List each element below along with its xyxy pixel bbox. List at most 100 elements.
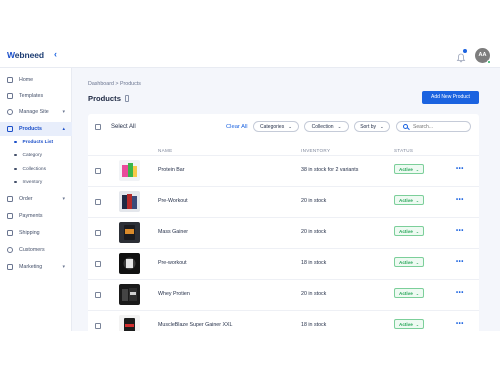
customers-icon bbox=[7, 247, 13, 253]
sidebar-item-templates[interactable]: Templates bbox=[0, 89, 72, 103]
home-icon bbox=[7, 77, 13, 83]
templates-icon bbox=[7, 93, 13, 99]
select-all-label[interactable]: Select All bbox=[111, 124, 136, 130]
tag-icon bbox=[7, 126, 13, 132]
product-name[interactable]: Whey Protien bbox=[158, 291, 190, 297]
product-inventory: 18 in stock bbox=[301, 260, 327, 266]
sidebar-item-payments[interactable]: Payments bbox=[0, 209, 72, 223]
status-dropdown[interactable]: Active ⌄ bbox=[394, 288, 425, 298]
product-inventory: 20 in stock bbox=[301, 229, 327, 235]
notification-dot bbox=[463, 49, 467, 53]
breadcrumb[interactable]: Dashboard > Products bbox=[88, 81, 141, 87]
product-thumbnail bbox=[119, 160, 140, 181]
product-thumbnail bbox=[119, 315, 140, 331]
add-new-product-button[interactable]: Add New Product bbox=[422, 91, 479, 104]
search-input[interactable] bbox=[413, 123, 463, 130]
chevron-down-icon: ⌄ bbox=[415, 321, 420, 327]
chevron-down-icon: ⌄ bbox=[288, 123, 292, 129]
bullet-icon bbox=[14, 167, 17, 171]
more-actions-icon[interactable]: ••• bbox=[456, 259, 464, 265]
chevron-down-icon: ⌄ bbox=[415, 197, 420, 203]
product-name[interactable]: Pre-Workout bbox=[158, 198, 188, 204]
product-thumbnail bbox=[119, 191, 140, 212]
table-row[interactable]: Protein Bar 38 in stock for 2 variants Act… bbox=[88, 155, 479, 186]
product-name[interactable]: MuscleBlaze Super Gainer XXL bbox=[158, 322, 233, 328]
collection-dropdown[interactable]: Collection ⌄ bbox=[304, 121, 349, 132]
sidebar-subitem-category[interactable]: Category bbox=[14, 149, 42, 161]
user-avatar[interactable]: AA bbox=[475, 48, 491, 64]
chevron-down-icon: ⌄ bbox=[337, 123, 342, 129]
more-actions-icon[interactable]: ••• bbox=[456, 166, 464, 172]
megaphone-icon bbox=[7, 264, 13, 270]
more-actions-icon[interactable]: ••• bbox=[456, 290, 464, 296]
sidebar-item-marketing[interactable]: Marketing ▾ bbox=[0, 260, 72, 274]
more-actions-icon[interactable]: ••• bbox=[456, 228, 464, 234]
filter-bar: Select All Clear All Categories ⌄ Collect… bbox=[88, 114, 479, 140]
sidebar-subitem-inventory[interactable]: Inventory bbox=[14, 176, 42, 188]
more-actions-icon[interactable]: ••• bbox=[456, 197, 464, 203]
chevron-up-icon: ▴ bbox=[62, 126, 65, 132]
truck-icon bbox=[7, 230, 13, 236]
status-dropdown[interactable]: Active ⌄ bbox=[394, 164, 425, 174]
status-dropdown[interactable]: Active ⌄ bbox=[394, 226, 425, 236]
row-checkbox[interactable] bbox=[95, 323, 101, 329]
product-name[interactable]: Protein Bar bbox=[158, 167, 185, 173]
top-bar: Webneed ‹ AA bbox=[0, 44, 500, 68]
search-icon bbox=[403, 124, 408, 129]
bullet-icon bbox=[14, 180, 17, 184]
col-header-inventory: INVENTORY bbox=[301, 148, 331, 153]
product-name[interactable]: Pre-workout bbox=[158, 260, 187, 266]
table-row[interactable]: Pre-Workout 20 in stock Active ⌄ ••• bbox=[88, 186, 479, 217]
table-row[interactable]: Pre-workout 18 in stock Active ⌄ ••• bbox=[88, 248, 479, 279]
collapse-sidebar-icon[interactable]: ‹ bbox=[54, 49, 57, 59]
chevron-down-icon: ⌄ bbox=[415, 228, 420, 234]
status-dropdown[interactable]: Active ⌄ bbox=[394, 195, 425, 205]
more-actions-icon[interactable]: ••• bbox=[456, 321, 464, 327]
status-dropdown[interactable]: Active ⌄ bbox=[394, 319, 425, 329]
col-header-name: NAME bbox=[158, 148, 173, 153]
chevron-down-icon: ▾ bbox=[62, 109, 65, 115]
status-dropdown[interactable]: Active ⌄ bbox=[394, 257, 425, 267]
product-thumbnail bbox=[119, 253, 140, 274]
app-logo[interactable]: Webneed bbox=[7, 50, 44, 60]
chevron-down-icon: ⌄ bbox=[415, 290, 420, 296]
product-inventory: 20 in stock bbox=[301, 198, 327, 204]
sidebar-item-manage-site[interactable]: Manage Site ▾ bbox=[0, 105, 72, 119]
bullet-icon bbox=[14, 140, 17, 144]
globe-icon bbox=[7, 109, 13, 115]
sidebar-item-shipping[interactable]: Shipping bbox=[0, 226, 72, 240]
row-checkbox[interactable] bbox=[95, 168, 101, 174]
table-row[interactable]: MuscleBlaze Super Gainer XXL 18 in stock A… bbox=[88, 310, 479, 331]
chevron-down-icon: ⌄ bbox=[415, 166, 420, 172]
sidebar-item-products[interactable]: Products ▴ bbox=[0, 122, 72, 136]
table-row[interactable]: Whey Protien 20 in stock Active ⌄ ••• bbox=[88, 279, 479, 310]
sidebar-item-home[interactable]: Home bbox=[0, 73, 72, 87]
product-thumbnail bbox=[119, 222, 140, 243]
sidebar-subitem-products-list[interactable]: Products List bbox=[14, 136, 53, 148]
sidebar: Home Templates Manage Site ▾ Products ▴ Pr… bbox=[0, 68, 72, 331]
sort-by-dropdown[interactable]: Sort by ⌄ bbox=[354, 121, 390, 132]
notification-bell-icon[interactable] bbox=[456, 49, 467, 63]
payments-icon bbox=[7, 213, 13, 219]
search-box[interactable] bbox=[396, 121, 471, 132]
clear-all-link[interactable]: Clear All bbox=[226, 124, 248, 130]
product-inventory: 20 in stock bbox=[301, 291, 327, 297]
row-checkbox[interactable] bbox=[95, 199, 101, 205]
row-checkbox[interactable] bbox=[95, 230, 101, 236]
bullet-icon bbox=[14, 153, 17, 157]
clipboard-icon bbox=[124, 95, 129, 102]
online-status-dot bbox=[487, 60, 491, 64]
app-frame: Webneed ‹ AA Home Templates Manage Site ▾… bbox=[0, 44, 500, 331]
select-all-checkbox[interactable] bbox=[95, 124, 101, 130]
product-name[interactable]: Mass Gainer bbox=[158, 229, 188, 235]
sidebar-subitem-collections[interactable]: Collections bbox=[14, 163, 46, 175]
product-inventory: 38 in stock for 2 variants bbox=[301, 167, 359, 173]
categories-dropdown[interactable]: Categories ⌄ bbox=[253, 121, 299, 132]
row-checkbox[interactable] bbox=[95, 292, 101, 298]
product-inventory: 18 in stock bbox=[301, 322, 327, 328]
col-header-status: STATUS bbox=[394, 148, 414, 153]
row-checkbox[interactable] bbox=[95, 261, 101, 267]
table-row[interactable]: Mass Gainer 20 in stock Active ⌄ ••• bbox=[88, 217, 479, 248]
sidebar-item-order[interactable]: Order ▾ bbox=[0, 192, 72, 206]
sidebar-item-customers[interactable]: Customers bbox=[0, 243, 72, 257]
